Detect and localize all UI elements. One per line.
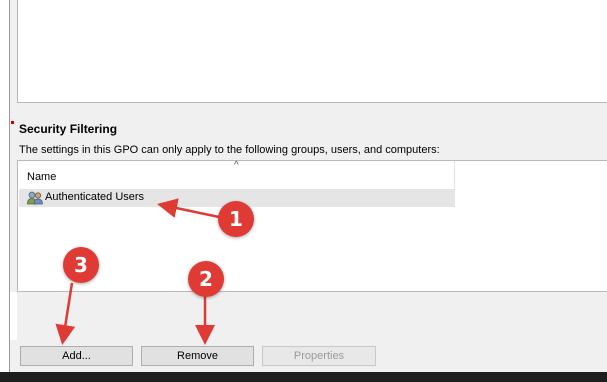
sort-ascending-icon: ^ [234, 160, 239, 171]
callout-badge-3: 3 [63, 247, 99, 283]
properties-button[interactable]: Properties [262, 346, 376, 366]
column-header-name[interactable]: ^ Name [18, 160, 455, 188]
users-icon [27, 191, 43, 205]
remove-button[interactable]: Remove [141, 346, 254, 366]
side-strip [10, 292, 17, 340]
callout-badge-1: 1 [218, 201, 254, 237]
security-filtering-list[interactable]: ^ Name Authenticated Users [17, 160, 607, 292]
top-list-pane[interactable] [17, 0, 607, 103]
add-button[interactable]: Add... [20, 346, 133, 366]
focus-marker [11, 121, 14, 124]
list-item-label: Authenticated Users [45, 191, 145, 203]
callout-badge-2: 2 [188, 261, 224, 297]
column-header-label: Name [27, 171, 57, 183]
bottom-bar [0, 372, 607, 382]
section-title: Security Filtering [19, 122, 118, 136]
section-description: The settings in this GPO can only apply … [19, 144, 440, 156]
